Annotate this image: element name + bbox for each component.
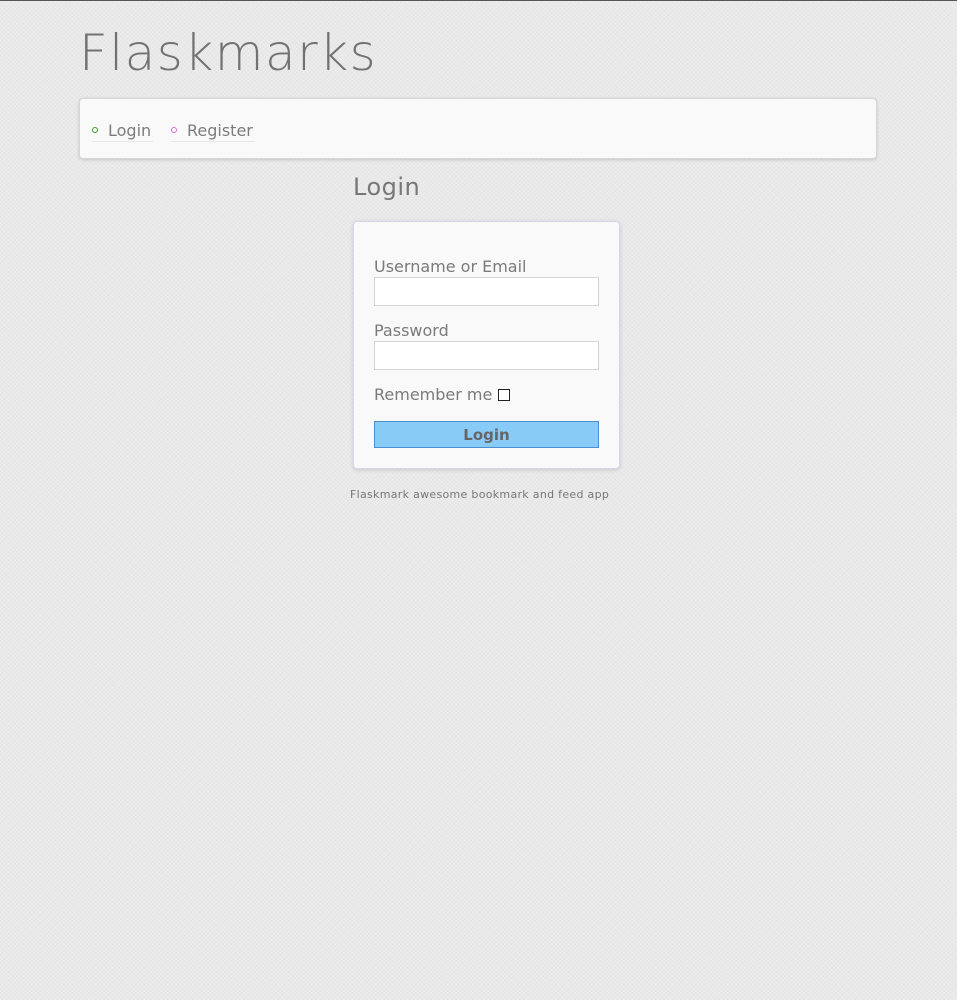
nav-item-login[interactable]: Login — [92, 119, 154, 142]
nav-item-label: Register — [187, 120, 253, 140]
nav-bar: Login Register — [79, 98, 877, 159]
remember-me-row: Remember me — [374, 385, 511, 404]
username-input[interactable] — [374, 277, 599, 306]
bullet-dot-icon — [171, 127, 177, 133]
username-label: Username or Email — [374, 257, 527, 276]
nav-item-register[interactable]: Register — [171, 119, 255, 142]
password-label: Password — [374, 321, 449, 340]
bullet-dot-icon — [92, 127, 98, 133]
password-input[interactable] — [374, 341, 599, 370]
login-button[interactable]: Login — [374, 421, 599, 448]
nav-item-label: Login — [108, 120, 152, 140]
remember-me-checkbox[interactable] — [498, 388, 511, 401]
login-form: Username or Email Password Remember me L… — [353, 221, 620, 469]
remember-me-label: Remember me — [374, 385, 493, 404]
footer-text: Flaskmark awesome bookmark and feed app — [350, 488, 610, 501]
site-title: Flaskmarks — [79, 24, 378, 82]
page-heading: Login — [353, 173, 421, 201]
